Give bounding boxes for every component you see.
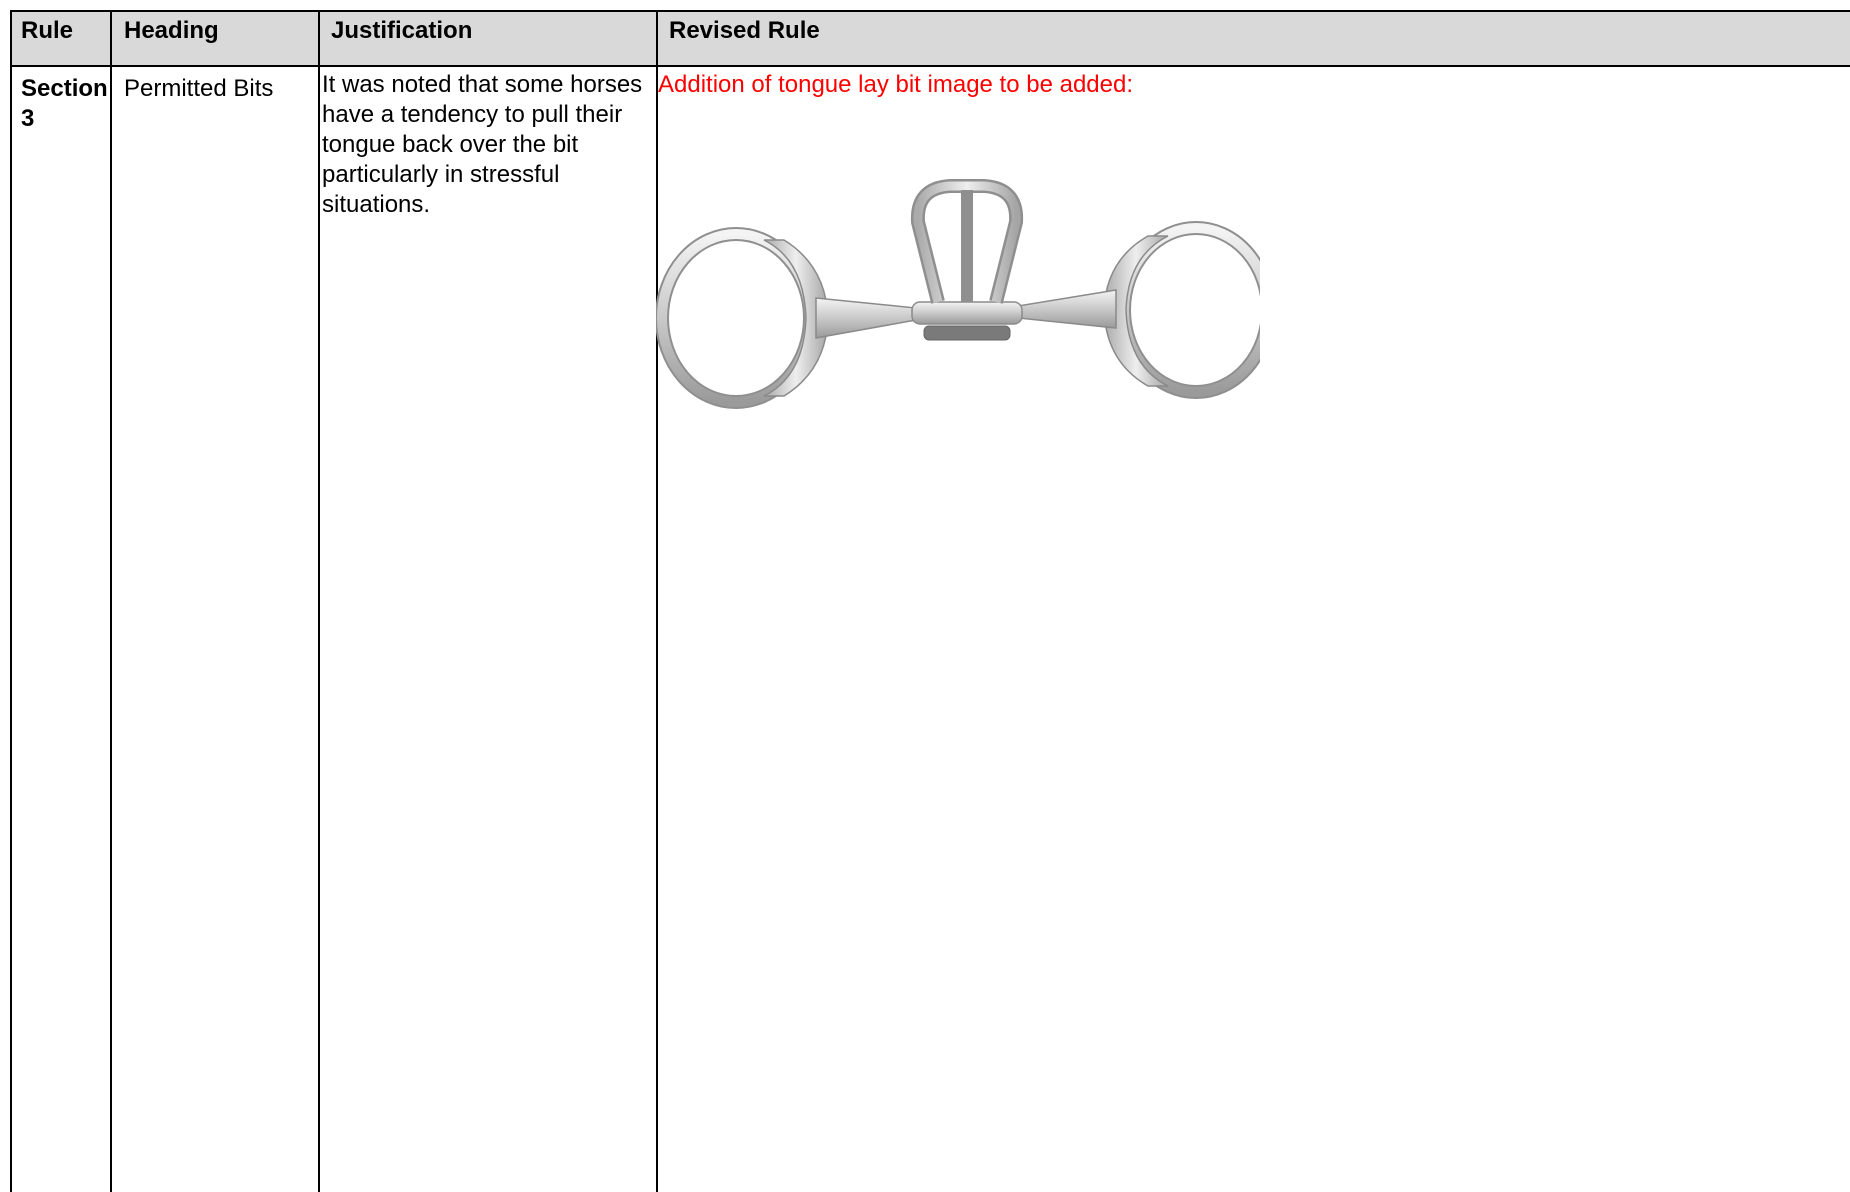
tongue-lay-bit-image <box>656 179 1260 409</box>
column-divider-left <box>10 10 12 1192</box>
header-justification: Justification <box>331 17 473 44</box>
table-header-row <box>10 10 1850 67</box>
header-rule: Rule <box>21 17 74 44</box>
header-heading: Heading <box>124 17 219 44</box>
row-justification-cell: It was noted that some horses have a ten… <box>322 71 643 218</box>
column-divider-2 <box>318 10 320 1192</box>
row-rule-cell: Section 3 <box>21 75 108 132</box>
column-divider-1 <box>110 10 112 1192</box>
row-heading-cell: Permitted Bits <box>124 75 274 102</box>
header-revised-rule: Revised Rule <box>669 17 820 44</box>
rules-table: Rule Heading Justification Revised Rule … <box>10 10 1850 1192</box>
row-revised-rule-cell: Addition of tongue lay bit image to be a… <box>658 71 1134 98</box>
